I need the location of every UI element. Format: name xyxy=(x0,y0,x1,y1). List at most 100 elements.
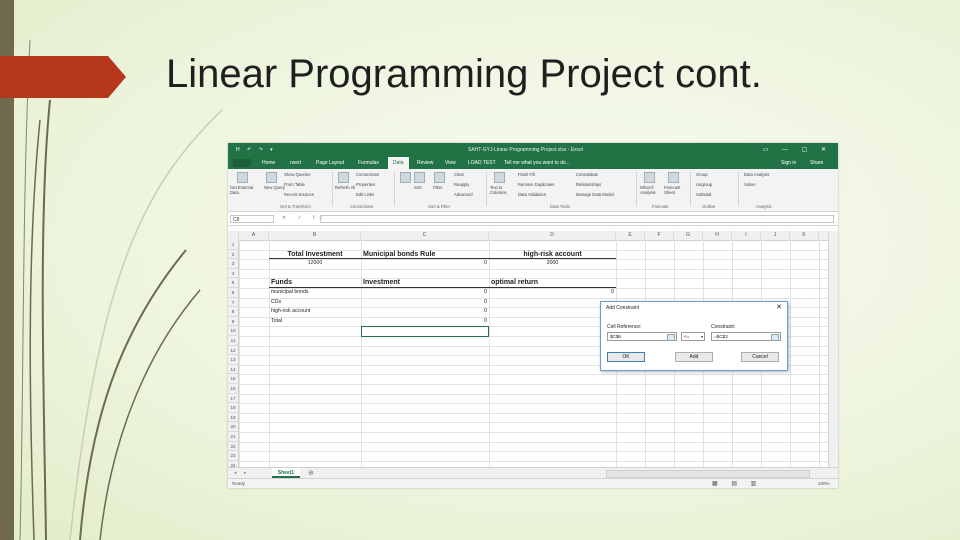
ok-button[interactable]: OK xyxy=(607,352,645,362)
row-header[interactable]: 22 xyxy=(228,441,239,452)
cell-reference-input[interactable]: $C$6 xyxy=(607,332,677,341)
row-header[interactable]: 20 xyxy=(228,422,239,432)
forecast-sheet-button[interactable]: Forecast Sheet xyxy=(664,185,686,195)
cell-b7[interactable]: CDs xyxy=(271,298,359,307)
row-header[interactable]: 1 xyxy=(228,240,239,250)
remove-duplicates-button[interactable]: Remove Duplicates xyxy=(518,182,554,187)
cell-d3[interactable]: 2000 xyxy=(491,259,614,268)
horizontal-scrollbar[interactable] xyxy=(606,470,810,478)
column-header[interactable]: K xyxy=(790,231,819,240)
share-button[interactable]: Share xyxy=(810,160,823,166)
refresh-all-button[interactable]: Refresh All xyxy=(335,185,355,190)
show-queries-button[interactable]: Show Queries xyxy=(284,172,310,177)
edit-links-button[interactable]: Edit Links xyxy=(356,192,374,197)
advanced-button[interactable]: Advanced xyxy=(454,192,473,197)
tab-data[interactable]: Data xyxy=(388,157,409,169)
tab-formulas[interactable]: Formulas xyxy=(358,160,379,166)
cell-c8[interactable]: 0 xyxy=(363,307,487,316)
filter-button[interactable]: Filter xyxy=(433,185,442,190)
row-header[interactable]: 19 xyxy=(228,412,239,423)
cell-b8[interactable]: high-risk account xyxy=(271,307,359,316)
row-header[interactable]: 13 xyxy=(228,355,239,365)
solver-button[interactable]: Solver xyxy=(744,182,756,187)
row-header[interactable]: 3 xyxy=(228,259,239,269)
column-header[interactable]: I xyxy=(732,231,761,240)
column-header[interactable]: F xyxy=(645,231,674,240)
clear-button[interactable]: Clear xyxy=(454,172,464,177)
tab-page-layout[interactable]: Page Layout xyxy=(316,160,344,166)
view-buttons[interactable]: ▦ ▤ ▥ xyxy=(712,480,762,487)
sort-button[interactable]: Sort xyxy=(414,185,422,190)
cell-b3[interactable]: 12000 xyxy=(271,259,359,268)
range-picker-icon[interactable] xyxy=(667,334,675,341)
connections-button[interactable]: Connections xyxy=(356,172,379,177)
row-header[interactable]: 23 xyxy=(228,451,239,461)
tab-home[interactable]: Home xyxy=(262,160,275,166)
row-header[interactable]: 16 xyxy=(228,384,239,394)
sheet-nav-arrows[interactable]: ◂ ▸ xyxy=(234,470,249,476)
text-to-columns-button[interactable]: Text to Columns xyxy=(490,185,512,195)
relationships-button[interactable]: Relationships xyxy=(576,182,601,187)
row-header[interactable]: 10 xyxy=(228,326,239,336)
tell-me-search[interactable]: Tell me what you want to do... xyxy=(504,160,570,166)
vertical-scrollbar[interactable] xyxy=(828,231,838,467)
data-validation-button[interactable]: Data Validation xyxy=(518,192,546,197)
column-header[interactable]: B xyxy=(269,231,361,240)
quick-access-toolbar[interactable]: H ↶ ↷ ▾ xyxy=(236,147,276,153)
window-controls[interactable]: ▭ — ▢ ✕ xyxy=(763,146,832,153)
column-header[interactable]: J xyxy=(761,231,790,240)
row-header[interactable]: 17 xyxy=(228,393,239,404)
formula-input[interactable] xyxy=(320,215,834,223)
tab-insert[interactable]: nsert xyxy=(290,160,301,166)
cell-d6[interactable]: 0 xyxy=(491,288,614,297)
close-icon[interactable]: ✕ xyxy=(776,303,782,311)
selected-cell[interactable] xyxy=(361,326,489,337)
row-header[interactable]: 14 xyxy=(228,364,239,375)
row-header[interactable]: 5 xyxy=(228,278,239,288)
tab-view[interactable]: View xyxy=(445,160,456,166)
row-header[interactable]: 11 xyxy=(228,336,239,346)
consolidate-button[interactable]: Consolidate xyxy=(576,172,598,177)
add-button[interactable]: Add xyxy=(675,352,713,362)
column-header[interactable]: G xyxy=(674,231,703,240)
manage-data-model-button[interactable]: Manage Data Model xyxy=(576,192,614,197)
from-table-button[interactable]: From Table xyxy=(284,182,305,187)
row-header[interactable]: 15 xyxy=(228,374,239,384)
sign-in-link[interactable]: Sign in xyxy=(781,160,796,166)
row-header[interactable]: 18 xyxy=(228,403,239,413)
row-header[interactable]: 12 xyxy=(228,345,239,356)
cancel-button[interactable]: Cancel xyxy=(741,352,779,362)
cell-c3[interactable]: 0 xyxy=(363,259,487,268)
tab-review[interactable]: Review xyxy=(417,160,433,166)
new-query-button[interactable]: New Query xyxy=(264,185,285,190)
column-header[interactable]: D xyxy=(489,231,616,240)
name-box[interactable]: C8 xyxy=(230,215,274,223)
cell-c6[interactable]: 0 xyxy=(363,288,487,297)
column-header[interactable]: A xyxy=(239,231,269,240)
column-header[interactable]: H xyxy=(703,231,732,240)
ungroup-button[interactable]: Ungroup xyxy=(696,182,712,187)
row-header[interactable]: 4 xyxy=(228,268,239,279)
column-header[interactable]: E xyxy=(616,231,645,240)
row-header[interactable]: 9 xyxy=(228,316,239,327)
sheet-tab-sheet1[interactable]: Sheet1 xyxy=(272,468,300,478)
row-header[interactable]: 8 xyxy=(228,307,239,317)
file-tab[interactable] xyxy=(233,159,251,167)
group-button[interactable]: Group xyxy=(696,172,708,177)
select-all-corner[interactable] xyxy=(228,231,239,240)
constraint-input[interactable]: =$C$3 xyxy=(711,332,781,341)
flash-fill-button[interactable]: Flash Fill xyxy=(518,172,535,177)
data-analysis-button[interactable]: Data Analysis xyxy=(744,172,769,177)
recent-sources-button[interactable]: Recent Sources xyxy=(284,192,314,197)
subtotal-button[interactable]: Subtotal xyxy=(696,192,711,197)
cell-c7[interactable]: 0 xyxy=(363,298,487,307)
row-header[interactable]: 7 xyxy=(228,297,239,308)
tab-load-test[interactable]: LOAD TEST xyxy=(468,160,496,166)
zoom-level[interactable]: 100% xyxy=(818,481,830,486)
get-external-data-button[interactable]: Get External Data xyxy=(230,185,258,195)
range-picker-icon[interactable] xyxy=(771,334,779,341)
what-if-analysis-button[interactable]: What-If Analysis xyxy=(640,185,662,195)
row-header[interactable]: 2 xyxy=(228,249,239,260)
add-sheet-icon[interactable]: ⊕ xyxy=(308,469,314,477)
operator-select[interactable]: <= ▾ xyxy=(681,332,705,341)
